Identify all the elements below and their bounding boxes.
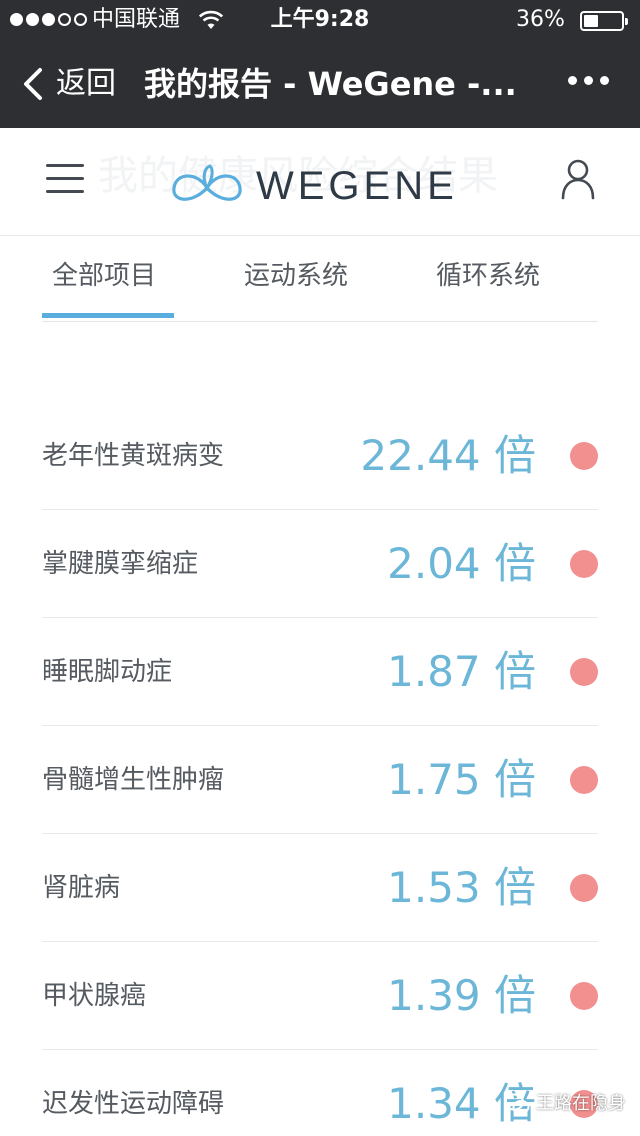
wechat-icon	[504, 1093, 530, 1114]
watermark-text: 王路在隐身	[536, 1093, 626, 1114]
risk-indicator-dot	[570, 442, 598, 470]
page-title: 我的报告 - WeGene -...	[144, 65, 517, 103]
more-options-icon[interactable]	[568, 76, 609, 85]
disease-name: 睡眠脚动症	[42, 657, 173, 687]
risk-indicator-dot	[570, 658, 598, 686]
risk-multiplier: 1.87 倍	[387, 647, 536, 696]
category-tabs: 全部项目 运动系统 循环系统	[42, 236, 598, 322]
back-button[interactable]: 返回	[18, 64, 116, 104]
battery-percentage: 36%	[516, 7, 565, 32]
status-bar: 中国联通 上午9:28 36%	[0, 0, 640, 40]
chevron-left-icon	[24, 68, 42, 100]
tab-circulatory-system[interactable]: 循环系统	[436, 256, 540, 296]
nav-bar: 返回 我的报告 - WeGene -...	[0, 40, 640, 128]
battery-icon	[580, 11, 628, 31]
user-account-icon[interactable]	[560, 158, 596, 200]
back-label: 返回	[56, 66, 116, 101]
risk-multiplier: 2.04 倍	[387, 539, 536, 588]
watermark: 王路在隐身	[504, 1092, 626, 1116]
disease-name: 老年性黄斑病变	[42, 441, 225, 471]
risk-list: 老年性黄斑病变 22.44 倍 掌腱膜挛缩症 2.04 倍 睡眠脚动症 1.87…	[42, 402, 598, 1136]
brand-logo-text[interactable]: WEGENE	[256, 160, 458, 212]
disease-name: 骨髓增生性肿瘤	[42, 765, 225, 795]
disease-name: 迟发性运动障碍	[42, 1089, 225, 1119]
risk-multiplier: 22.44 倍	[360, 431, 536, 480]
risk-indicator-dot	[570, 550, 598, 578]
risk-indicator-dot	[570, 874, 598, 902]
wegene-logo-icon	[172, 164, 242, 201]
list-item[interactable]: 甲状腺癌 1.39 倍	[42, 942, 598, 1050]
disease-name: 甲状腺癌	[42, 981, 147, 1011]
risk-multiplier: 1.39 倍	[387, 971, 536, 1020]
risk-multiplier: 1.75 倍	[387, 755, 536, 804]
list-item[interactable]: 睡眠脚动症 1.87 倍	[42, 618, 598, 726]
active-tab-indicator	[42, 313, 174, 318]
disease-name: 掌腱膜挛缩症	[42, 549, 199, 579]
menu-icon[interactable]	[46, 164, 84, 194]
list-item[interactable]: 肾脏病 1.53 倍	[42, 834, 598, 942]
site-header: 我的健康风险综合结果 WEGENE	[0, 128, 640, 236]
disease-name: 肾脏病	[42, 873, 121, 903]
tab-motor-system[interactable]: 运动系统	[244, 256, 348, 296]
risk-indicator-dot	[570, 766, 598, 794]
risk-multiplier: 1.53 倍	[387, 863, 536, 912]
list-item[interactable]: 骨髓增生性肿瘤 1.75 倍	[42, 726, 598, 834]
tab-all-items[interactable]: 全部项目	[52, 256, 156, 296]
list-item[interactable]: 掌腱膜挛缩症 2.04 倍	[42, 510, 598, 618]
list-item[interactable]: 老年性黄斑病变 22.44 倍	[42, 402, 598, 510]
risk-indicator-dot	[570, 982, 598, 1010]
